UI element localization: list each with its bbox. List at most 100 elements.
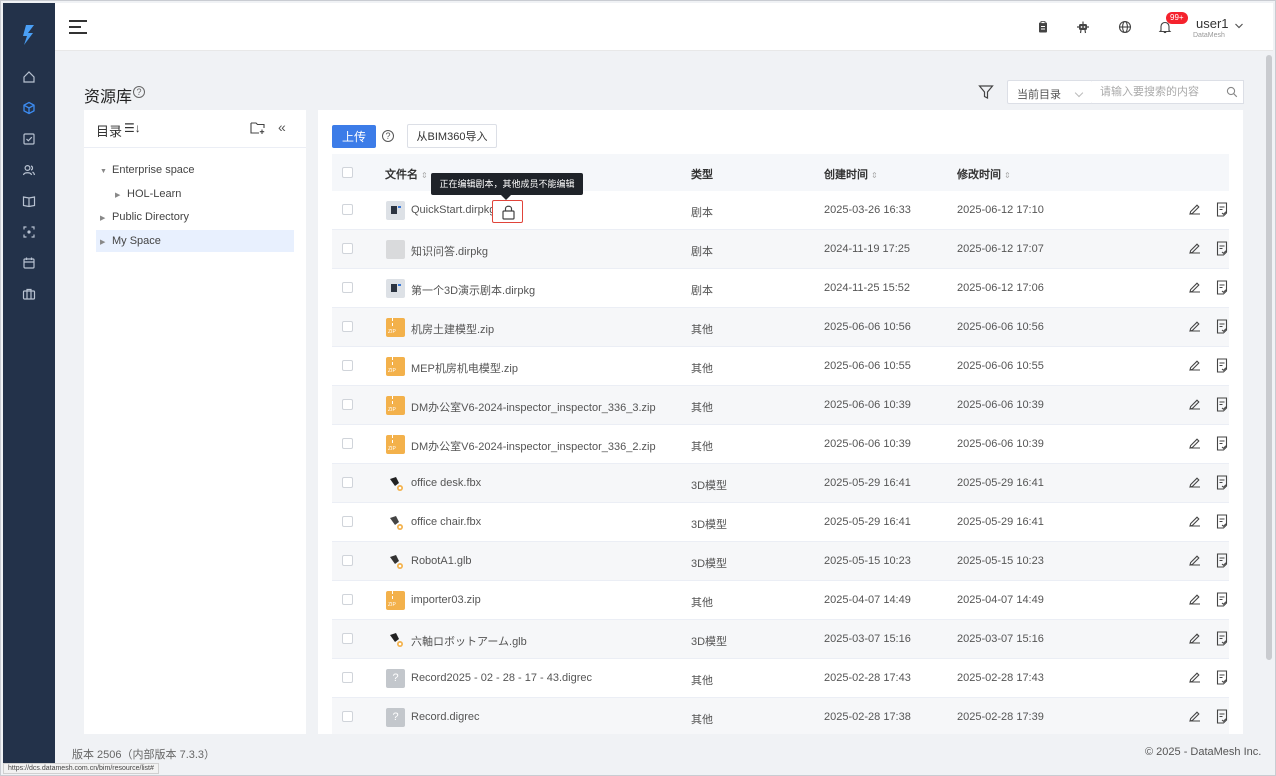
file-name[interactable]: Record2025 - 02 - 28 - 17 - 43.digrec [411, 672, 592, 684]
table-row[interactable]: DM办公室V6-2024-inspector_inspector_336_3.z… [332, 386, 1229, 425]
table-row[interactable]: MEP机房机电模型.zip 其他 2025-06-06 10:55 2025-06-0… [332, 347, 1229, 386]
help-icon[interactable]: ? [382, 130, 394, 142]
file-name[interactable]: RobotA1.glb [411, 555, 472, 567]
table-row[interactable]: 第一个3D演示剧本.dirpkg 剧本 2024-11-25 15:52 2025-0… [332, 269, 1229, 308]
row-checkbox[interactable] [342, 672, 353, 683]
row-checkbox[interactable] [342, 477, 353, 488]
table-row[interactable]: ? Record2025 - 02 - 28 - 17 - 43.digrec 其他… [332, 659, 1229, 698]
filter-icon[interactable] [978, 84, 994, 100]
rail-resources[interactable] [3, 94, 55, 122]
table-row[interactable]: 六軸ロボットアーム.glb 3D模型 2025-03-07 15:16 2025-03… [332, 620, 1229, 659]
chevron-down-icon[interactable] [1234, 21, 1244, 31]
file-name[interactable]: 第一个3D演示剧本.dirpkg [411, 282, 535, 298]
file-name[interactable]: DM办公室V6-2024-inspector_inspector_336_2.z… [411, 438, 656, 454]
edit-icon[interactable] [1188, 671, 1201, 684]
rail-toolbox[interactable] [3, 280, 55, 308]
file-name[interactable]: office desk.fbx [411, 477, 481, 489]
collapse-panel-icon[interactable]: « [278, 119, 286, 135]
edit-icon[interactable] [1188, 632, 1201, 645]
rail-home[interactable] [3, 63, 55, 91]
row-checkbox[interactable] [342, 282, 353, 293]
file-name[interactable]: office chair.fbx [411, 516, 481, 528]
edit-icon[interactable] [1188, 515, 1201, 528]
table-row[interactable]: office chair.fbx 3D模型 2025-05-29 16:41 2025… [332, 503, 1229, 542]
table-row[interactable]: QuickStart.dirpkg 剧本 2025-03-26 16:33 2025-… [332, 191, 1229, 230]
details-icon[interactable] [1216, 631, 1228, 646]
row-checkbox[interactable] [342, 516, 353, 527]
details-icon[interactable] [1216, 241, 1228, 256]
details-icon[interactable] [1216, 592, 1228, 607]
details-icon[interactable] [1216, 280, 1228, 295]
edit-icon[interactable] [1188, 398, 1201, 411]
edit-icon[interactable] [1188, 710, 1201, 723]
edit-icon[interactable] [1188, 437, 1201, 450]
row-checkbox[interactable] [342, 594, 353, 605]
table-row[interactable]: 机房土建模型.zip 其他 2025-06-06 10:56 2025-06-06 1… [332, 308, 1229, 347]
sort-toggle[interactable]: ☰↓ [124, 121, 141, 135]
row-checkbox[interactable] [342, 633, 353, 644]
details-icon[interactable] [1216, 358, 1228, 373]
scrollbar[interactable] [1266, 55, 1272, 660]
row-checkbox[interactable] [342, 555, 353, 566]
details-icon[interactable] [1216, 553, 1228, 568]
details-icon[interactable] [1216, 436, 1228, 451]
search-icon[interactable] [1226, 86, 1238, 98]
edit-icon[interactable] [1188, 359, 1201, 372]
row-checkbox[interactable] [342, 438, 353, 449]
file-name[interactable]: Record.digrec [411, 711, 479, 723]
tree-node-my-space[interactable]: ▶ My Space [96, 230, 294, 252]
menu-toggle-icon[interactable] [69, 19, 89, 35]
robot-button[interactable] [1073, 17, 1093, 37]
file-name[interactable]: 机房土建模型.zip [411, 321, 494, 337]
help-icon[interactable]: ? [133, 86, 145, 98]
file-name[interactable]: DM办公室V6-2024-inspector_inspector_336_3.z… [411, 399, 656, 415]
edit-icon[interactable] [1188, 320, 1201, 333]
row-checkbox[interactable] [342, 243, 353, 254]
edit-icon[interactable] [1188, 242, 1201, 255]
row-checkbox[interactable] [342, 204, 353, 215]
rail-users[interactable] [3, 156, 55, 184]
table-row[interactable]: importer03.zip 其他 2025-04-07 14:49 2025-04-… [332, 581, 1229, 620]
user-name[interactable]: user1 [1196, 16, 1229, 31]
details-icon[interactable] [1216, 514, 1228, 529]
file-name[interactable]: 六軸ロボットアーム.glb [411, 633, 527, 649]
file-name[interactable]: QuickStart.dirpkg [411, 204, 495, 216]
details-icon[interactable] [1216, 397, 1228, 412]
row-checkbox[interactable] [342, 711, 353, 722]
select-all-checkbox[interactable] [342, 167, 353, 178]
details-icon[interactable] [1216, 475, 1228, 490]
row-checkbox[interactable] [342, 321, 353, 332]
edit-icon[interactable] [1188, 554, 1201, 567]
edit-icon[interactable] [1188, 476, 1201, 489]
file-name[interactable]: 知识问答.dirpkg [411, 243, 488, 259]
details-icon[interactable] [1216, 709, 1228, 724]
rail-docs[interactable] [3, 187, 55, 215]
file-name[interactable]: importer03.zip [411, 594, 481, 606]
table-row[interactable]: RobotA1.glb 3D模型 2025-05-15 10:23 2025-05-1… [332, 542, 1229, 581]
add-folder-icon[interactable] [250, 121, 266, 135]
row-checkbox[interactable] [342, 399, 353, 410]
edit-icon[interactable] [1188, 593, 1201, 606]
table-row[interactable]: 知识问答.dirpkg 剧本 2024-11-19 17:25 2025-06-12 … [332, 230, 1229, 269]
tree-node-hol-learn[interactable]: ▶ HOL-Learn [115, 183, 290, 205]
row-checkbox[interactable] [342, 360, 353, 371]
table-row[interactable]: ? Record.digrec 其他 2025-02-28 17:38 2025-02-… [332, 698, 1229, 734]
details-icon[interactable] [1216, 670, 1228, 685]
tree-node-enterprise[interactable]: ▼ Enterprise space [100, 159, 290, 181]
bim360-import-button[interactable]: 从BIM360导入 [407, 124, 497, 148]
table-row[interactable]: office desk.fbx 3D模型 2025-05-29 16:41 2025-… [332, 464, 1229, 503]
edit-icon[interactable] [1188, 203, 1201, 216]
lock-indicator[interactable] [492, 200, 523, 223]
rail-tasks[interactable] [3, 125, 55, 153]
language-button[interactable] [1115, 17, 1135, 37]
rail-scan[interactable] [3, 218, 55, 246]
search-scope-select[interactable]: 当前目录 [1007, 80, 1093, 104]
tree-node-public[interactable]: ▶ Public Directory [100, 206, 290, 228]
details-icon[interactable] [1216, 202, 1228, 217]
table-row[interactable]: DM办公室V6-2024-inspector_inspector_336_2.z… [332, 425, 1229, 464]
file-name[interactable]: MEP机房机电模型.zip [411, 360, 518, 376]
rail-calendar[interactable] [3, 249, 55, 277]
upload-button[interactable]: 上传 [332, 125, 376, 148]
search-input[interactable] [1092, 80, 1244, 104]
details-icon[interactable] [1216, 319, 1228, 334]
